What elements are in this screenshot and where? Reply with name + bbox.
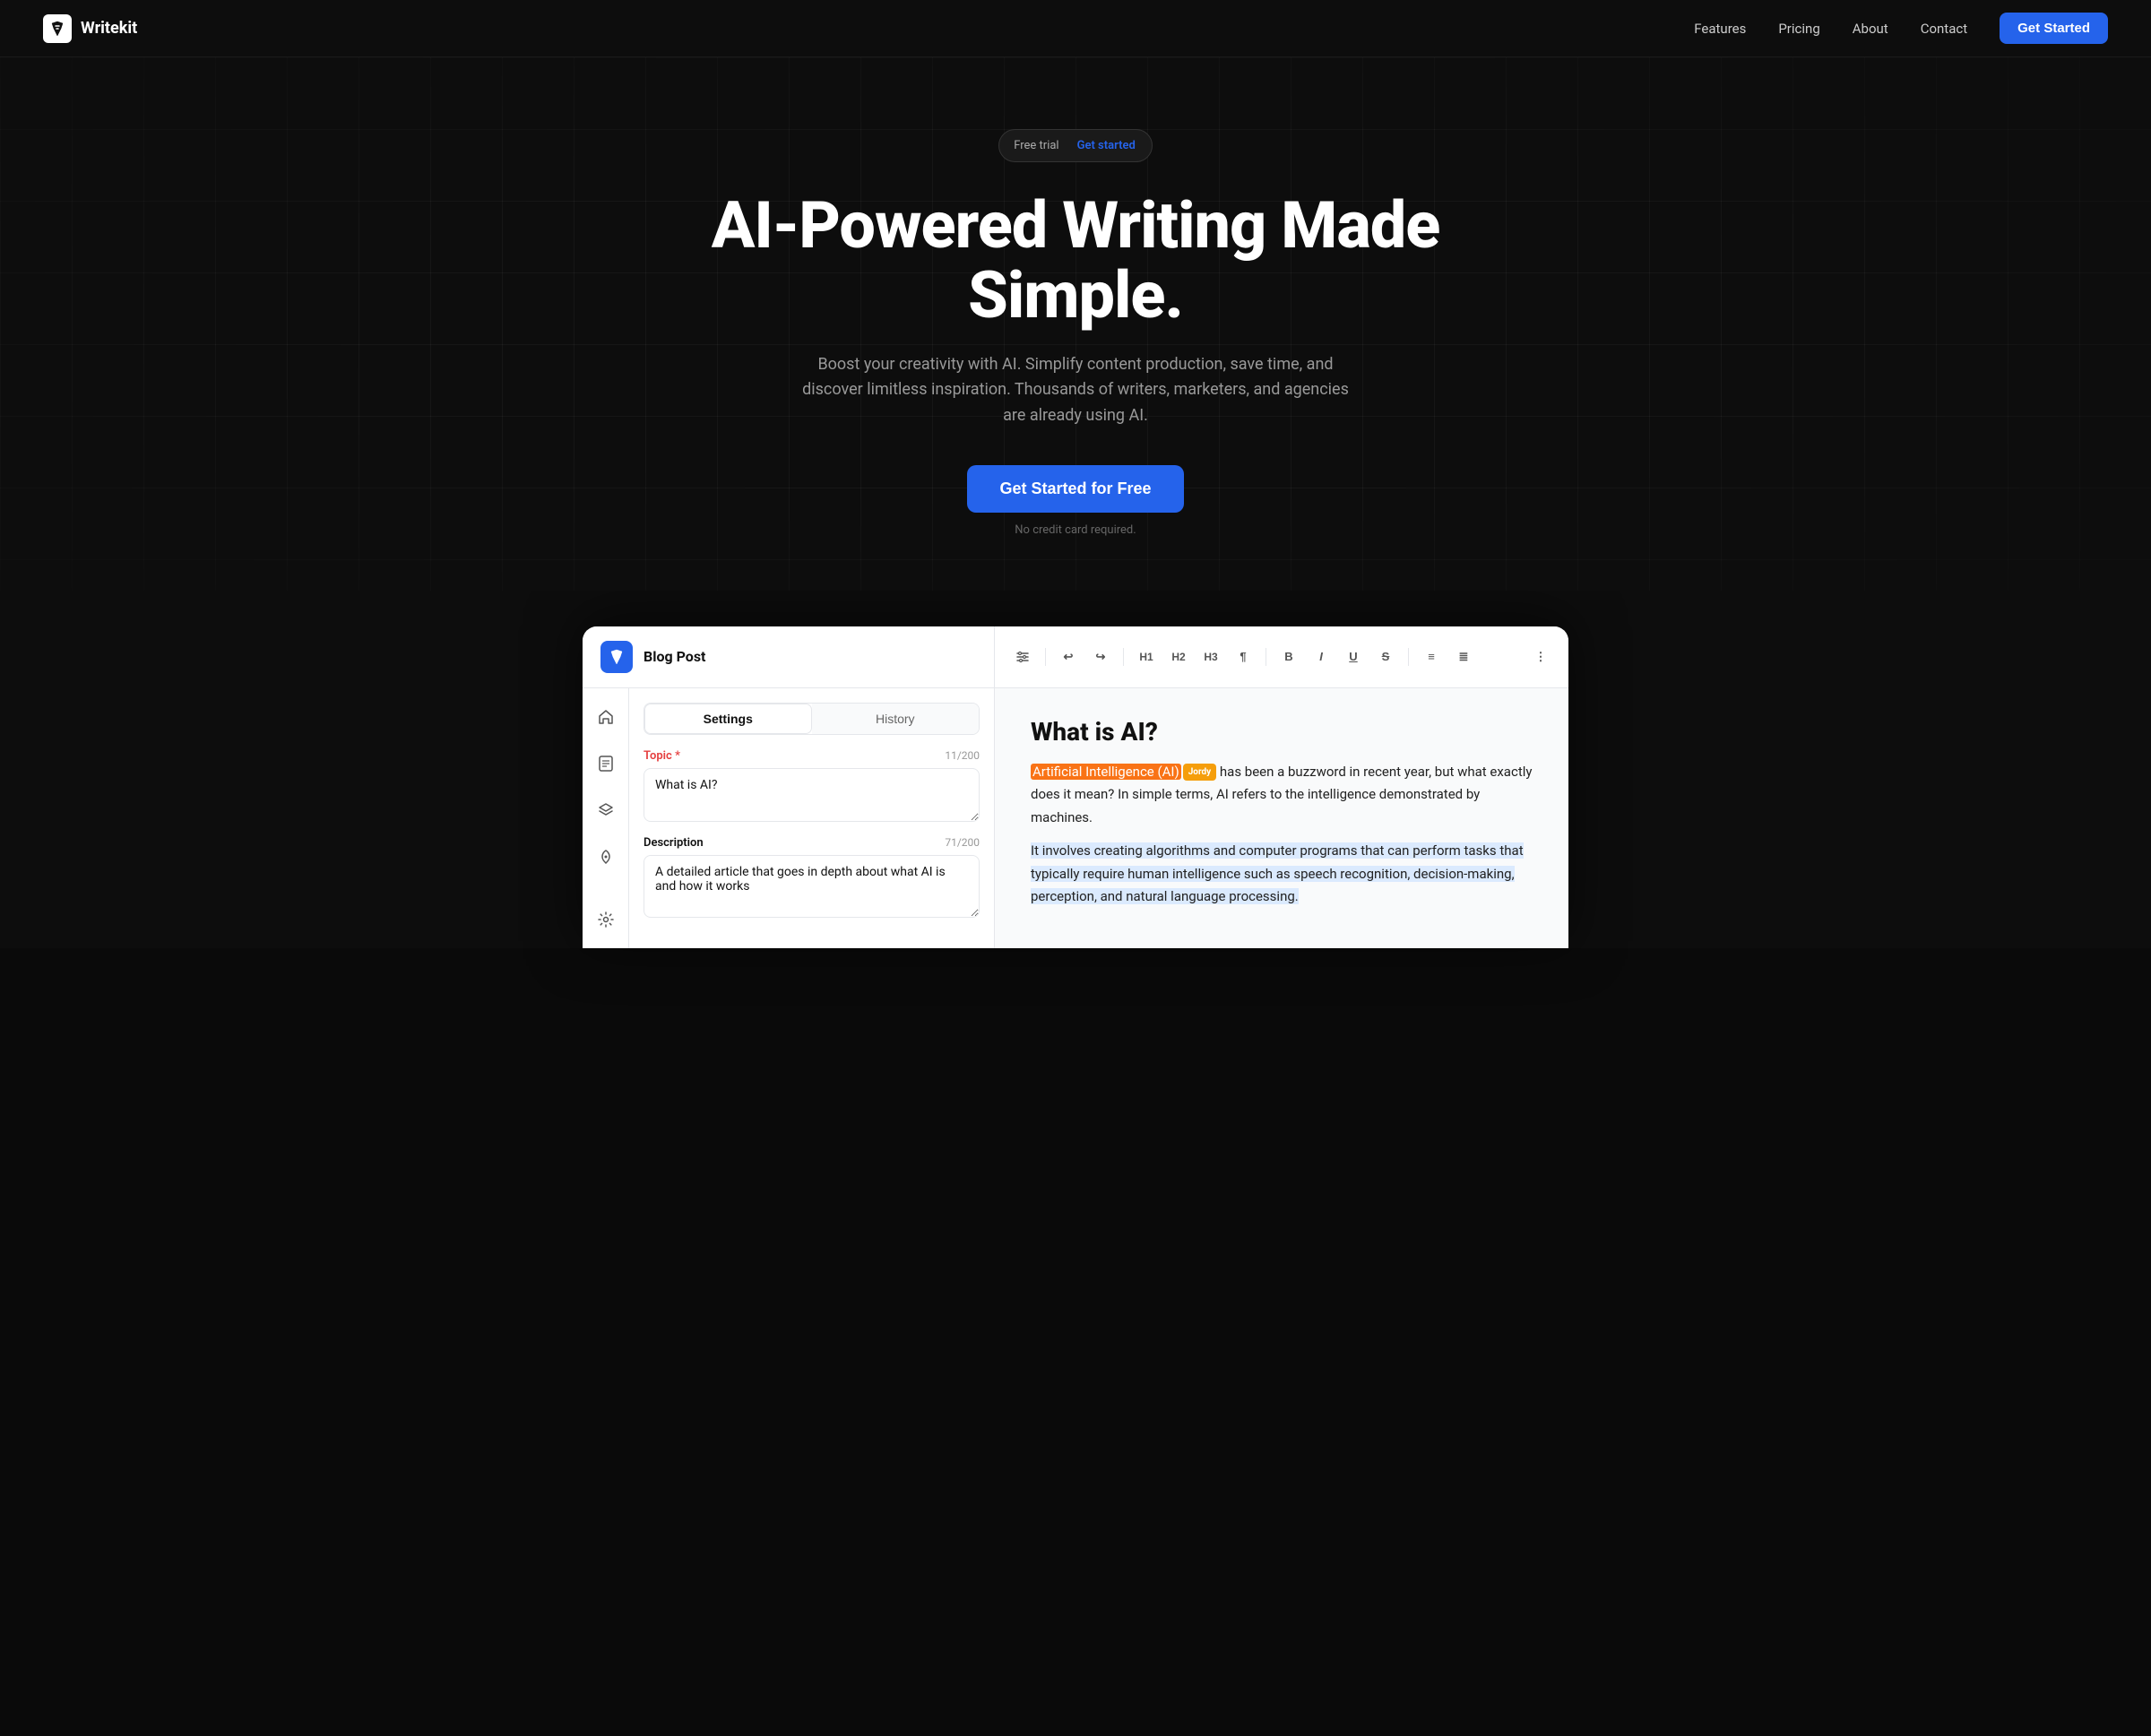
toolbar-list-ul[interactable]: ≡ [1418, 643, 1445, 670]
nav-cta-button[interactable]: Get Started [2000, 13, 2108, 44]
toolbar-more[interactable]: ⋮ [1527, 643, 1554, 670]
toolbar-h3[interactable]: H3 [1197, 643, 1224, 670]
nav-contact[interactable]: Contact [1921, 21, 1967, 37]
navbar: Writekit Features Pricing About Contact … [0, 0, 2151, 57]
toolbar-h1[interactable]: H1 [1133, 643, 1160, 670]
editor-toolbar: ↩ ↪ H1 H2 H3 ¶ B I U S ≡ ≣ ⋮ [995, 632, 1568, 682]
editor-area: What is AI? Artificial Intelligence (AI)… [995, 688, 1568, 948]
app-body: Settings History Topic * 11/200 [583, 688, 1568, 948]
toolbar-bold[interactable]: B [1275, 643, 1302, 670]
app-sidebar: Settings History Topic * 11/200 [583, 688, 995, 948]
app-logo-svg [607, 647, 626, 667]
app-preview-wrapper: Blog Post ↩ ↪ H1 H [0, 591, 2151, 948]
toolbar-list-ol[interactable]: ≣ [1450, 643, 1477, 670]
toolbar-italic[interactable]: I [1308, 643, 1335, 670]
sidebar-icons [583, 688, 629, 948]
sidebar-rocket-btn[interactable] [592, 842, 620, 871]
description-label: Description [644, 836, 704, 850]
sidebar-home-btn[interactable] [592, 703, 620, 731]
gear-icon [598, 911, 614, 928]
app-window: Blog Post ↩ ↪ H1 H [583, 626, 1568, 948]
badge-link[interactable]: Get started [1067, 135, 1146, 156]
topic-input[interactable] [644, 768, 980, 822]
hero-badge: Free trial Get started [998, 129, 1153, 162]
logo-icon [43, 14, 72, 43]
topic-label-row: Topic * 11/200 [644, 749, 980, 763]
sidebar-form: Settings History Topic * 11/200 [629, 688, 994, 948]
topic-label: Topic * [644, 749, 680, 763]
nav-about[interactable]: About [1853, 21, 1888, 37]
topic-field: Topic * 11/200 [644, 749, 980, 822]
logo: Writekit [43, 14, 137, 43]
editor-paragraph-2: It involves creating algorithms and comp… [1031, 840, 1533, 909]
toolbar-underline[interactable]: U [1340, 643, 1367, 670]
editor-paragraph-1: Artificial Intelligence (AI)Jordy has be… [1031, 761, 1533, 830]
editor-title: What is AI? [1031, 717, 1533, 747]
toolbar-settings-btn[interactable] [1009, 643, 1036, 670]
hero-cta-button[interactable]: Get Started for Free [967, 465, 1183, 513]
toolbar-strikethrough[interactable]: S [1372, 643, 1399, 670]
highlight-ai-term: Artificial Intelligence (AI) [1031, 764, 1181, 780]
badge-text: Free trial [1014, 139, 1058, 152]
nav-pricing[interactable]: Pricing [1778, 21, 1819, 37]
rocket-icon [598, 849, 614, 865]
nav-features[interactable]: Features [1694, 21, 1746, 37]
tab-group: Settings History [644, 703, 980, 735]
description-label-row: Description 71/200 [644, 836, 980, 850]
app-title: Blog Post [644, 648, 705, 665]
hero-note: No credit card required. [1015, 523, 1136, 537]
sidebar-settings-btn[interactable] [592, 905, 620, 934]
logo-svg [48, 20, 66, 38]
sidebar-document-btn[interactable] [592, 749, 620, 778]
toolbar-sep-1 [1045, 648, 1046, 666]
sidebar-layers-btn[interactable] [592, 796, 620, 825]
home-icon [598, 709, 614, 725]
sliders-icon [1015, 650, 1030, 664]
layers-icon [598, 802, 614, 818]
description-input[interactable] [644, 855, 980, 918]
hero-subtitle: Boost your creativity with AI. Simplify … [798, 352, 1353, 429]
nav-links: Features Pricing About Contact Get Start… [1694, 13, 2108, 44]
sidebar-header: Blog Post [583, 626, 995, 687]
description-field: Description 71/200 [644, 836, 980, 918]
toolbar-h2[interactable]: H2 [1165, 643, 1192, 670]
editor-tooltip: Jordy [1183, 764, 1216, 781]
highlight-sentence: It involves creating algorithms and comp… [1031, 842, 1524, 904]
tab-settings[interactable]: Settings [644, 704, 812, 734]
logo-text: Writekit [81, 19, 137, 38]
sidebar-inner: Settings History Topic * 11/200 [583, 688, 994, 948]
toolbar-undo[interactable]: ↩ [1055, 643, 1082, 670]
description-count: 71/200 [945, 836, 980, 849]
app-logo-icon [600, 641, 633, 673]
topic-count: 11/200 [945, 749, 980, 762]
hero-section: Free trial Get started AI-Powered Writin… [0, 57, 2151, 591]
toolbar-redo[interactable]: ↪ [1087, 643, 1114, 670]
toolbar-paragraph[interactable]: ¶ [1230, 643, 1257, 670]
tab-history[interactable]: History [812, 704, 980, 734]
hero-title: AI-Powered Writing Made Simple. [672, 191, 1479, 331]
toolbar-sep-2 [1123, 648, 1124, 666]
document-icon [598, 756, 614, 772]
app-header: Blog Post ↩ ↪ H1 H [583, 626, 1568, 688]
toolbar-sep-4 [1408, 648, 1409, 666]
